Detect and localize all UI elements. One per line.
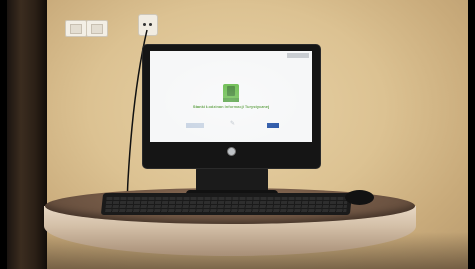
keyboard[interactable] [100,193,353,215]
screen-title: Stanki Łodzinan Informacji Turystycznej [192,104,270,109]
screen-header-bar [287,53,309,58]
kiosk-screen[interactable]: Stanki Łodzinan Informacji Turystycznej … [150,51,312,142]
info-logo-icon [223,84,239,102]
mouse[interactable] [345,190,374,205]
partner-logo-left [186,123,204,128]
power-button-icon[interactable] [227,147,236,156]
partner-logo-middle: ✎ [230,121,236,127]
eu-flag-logo [267,123,279,128]
photo-scene: Stanki Łodzinan Informacji Turystycznej … [0,0,475,269]
